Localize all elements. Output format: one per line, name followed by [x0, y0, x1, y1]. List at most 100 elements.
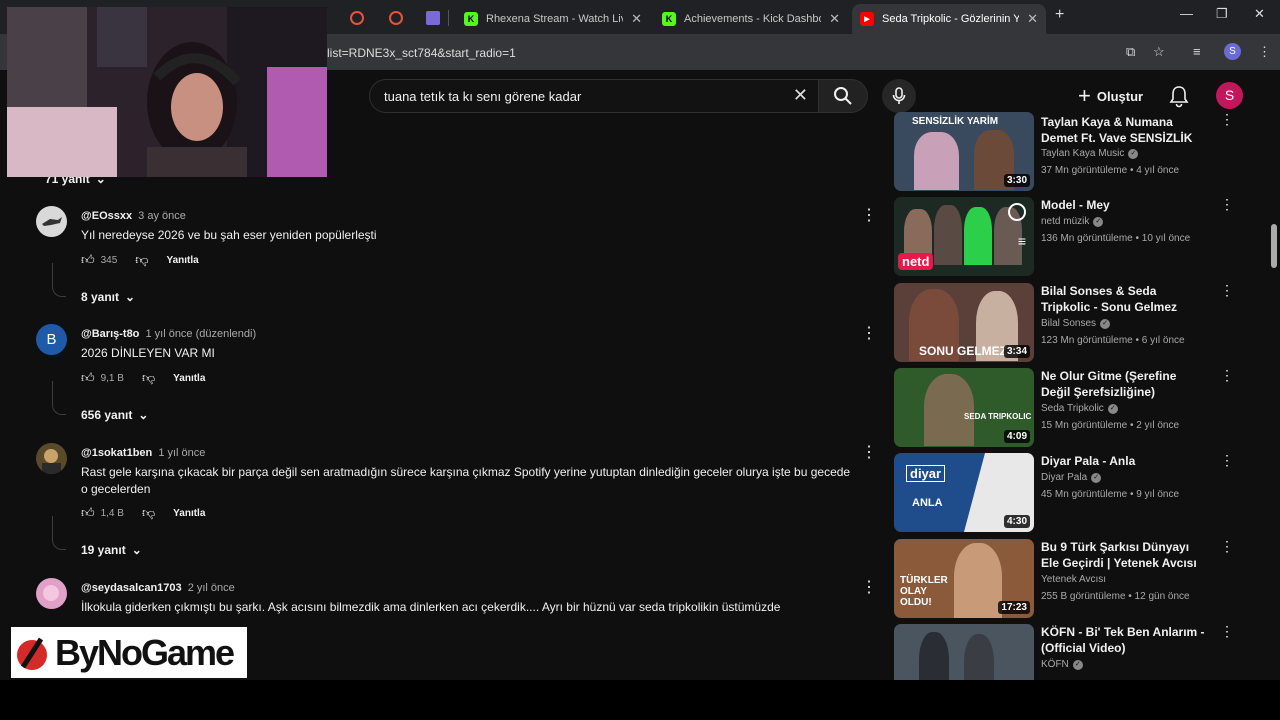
related-video[interactable]: SEDA TRIPKOLIC 4:09 Ne Olur Gitme (Şeref…	[894, 368, 1234, 448]
dislike-icon[interactable]: 👎︎	[142, 505, 155, 521]
close-icon[interactable]: ✕	[631, 11, 642, 27]
video-title[interactable]: Bilal Sonses & Seda Tripkolic - Sonu Gel…	[1041, 283, 1209, 315]
minimize-button[interactable]: —	[1180, 6, 1193, 21]
related-video[interactable]: KÖFN - Bi' Tek Ben Anlarım - (Official V…	[894, 624, 1234, 680]
channel-name[interactable]: Seda Tripkolic	[1041, 403, 1104, 414]
video-channel[interactable]: netd müzik ✓	[1041, 216, 1104, 227]
replies-toggle[interactable]: 19 yanıt ⌄	[81, 543, 142, 557]
related-video[interactable]: SENSİZLİK YARİM 3:30 Taylan Kaya & Numan…	[894, 112, 1234, 192]
maximize-button[interactable]: ❐	[1216, 6, 1228, 22]
video-channel[interactable]: Bilal Sonses ✓	[1041, 318, 1111, 329]
add-to-queue-icon[interactable]: ≡	[1018, 233, 1026, 249]
tab-rhexena-stream[interactable]: K Rhexena Stream - Watch Live o ✕	[456, 4, 650, 34]
page-scrollbar[interactable]	[1268, 74, 1280, 680]
channel-name[interactable]: Taylan Kaya Music	[1041, 148, 1124, 159]
url-text[interactable]: list=RDNE3x_sct784&start_radio=1	[327, 46, 516, 60]
pinned-tab-icon[interactable]	[389, 11, 403, 25]
close-icon[interactable]: ✕	[829, 11, 840, 27]
related-video[interactable]: diyar ANLA 4:30 Diyar Pala - Anla Diyar …	[894, 453, 1234, 533]
comment-author[interactable]: @1sokat1ben	[81, 447, 152, 459]
video-channel[interactable]: Taylan Kaya Music ✓	[1041, 148, 1139, 159]
comment-author[interactable]: @Barış-t8o	[81, 328, 139, 340]
comment-time[interactable]: 1 yıl önce	[158, 447, 205, 459]
video-channel[interactable]: KÖFN ✓	[1041, 659, 1083, 670]
media-control-icon[interactable]: ≡	[1193, 44, 1201, 59]
voice-search-button[interactable]	[882, 79, 916, 113]
bookmark-star-icon[interactable]: ☆	[1153, 44, 1165, 60]
like-icon[interactable]: 👍︎	[81, 505, 95, 521]
create-button[interactable]: + Oluştur	[1078, 83, 1143, 109]
more-options-icon[interactable]: ⋮	[1220, 283, 1234, 297]
pinned-tab-icon[interactable]	[350, 11, 364, 25]
channel-name[interactable]: Yetenek Avcısı	[1041, 574, 1106, 585]
cast-icon[interactable]: ⧉	[1126, 44, 1135, 60]
watch-later-icon[interactable]	[1008, 203, 1026, 221]
replies-toggle[interactable]: 656 yanıt ⌄	[81, 408, 148, 422]
reply-button[interactable]: Yanıtla	[173, 508, 205, 519]
video-thumbnail[interactable]: SONU GELMEZ 3:34	[894, 283, 1034, 362]
video-thumbnail[interactable]: TÜRKLER OLAY OLDU! 17:23	[894, 539, 1034, 618]
search-input[interactable]: tuana tetık ta kı senı görene kadar	[384, 89, 581, 104]
video-thumbnail[interactable]: netd ≡	[894, 197, 1034, 276]
new-tab-button[interactable]: +	[1055, 6, 1064, 24]
more-options-icon[interactable]: ⋮	[1220, 624, 1234, 638]
tab-seda-tripkolic[interactable]: ▶ Seda Tripkolic - Gözlerinin Yeşil ✕	[852, 4, 1046, 34]
channel-name[interactable]: netd müzik	[1041, 216, 1089, 227]
video-title[interactable]: Diyar Pala - Anla	[1041, 453, 1209, 469]
dislike-icon[interactable]: 👎︎	[142, 370, 155, 386]
more-options-icon[interactable]: ⋮	[1220, 368, 1234, 382]
channel-name[interactable]: KÖFN	[1041, 659, 1069, 670]
video-channel[interactable]: Diyar Pala ✓	[1041, 472, 1102, 483]
channel-name[interactable]: Bilal Sonses	[1041, 318, 1096, 329]
video-thumbnail[interactable]: diyar ANLA 4:30	[894, 453, 1034, 532]
more-options-icon[interactable]: ⋮	[861, 580, 877, 596]
like-icon[interactable]: 👍︎	[81, 370, 95, 386]
more-options-icon[interactable]: ⋮	[861, 326, 877, 342]
video-thumbnail[interactable]	[894, 624, 1034, 680]
avatar[interactable]	[36, 578, 67, 609]
video-title[interactable]: KÖFN - Bi' Tek Ben Anlarım - (Official V…	[1041, 624, 1209, 656]
search-box[interactable]: tuana tetık ta kı senı görene kadar ✕	[369, 79, 819, 113]
channel-name[interactable]: Diyar Pala	[1041, 472, 1087, 483]
more-options-icon[interactable]: ⋮	[861, 208, 877, 224]
avatar[interactable]: B	[36, 324, 67, 355]
comment-time[interactable]: 1 yıl önce (düzenlendi)	[145, 328, 256, 340]
comment-time[interactable]: 2 yıl önce	[188, 582, 235, 594]
account-avatar[interactable]: S	[1216, 82, 1243, 109]
related-video[interactable]: SONU GELMEZ 3:34 Bilal Sonses & Seda Tri…	[894, 283, 1234, 363]
browser-menu-icon[interactable]: ⋮	[1258, 44, 1271, 60]
scrollbar-thumb[interactable]	[1271, 224, 1277, 268]
more-options-icon[interactable]: ⋮	[1220, 539, 1234, 553]
more-options-icon[interactable]: ⋮	[1220, 197, 1234, 211]
search-button[interactable]	[818, 79, 868, 113]
avatar[interactable]	[36, 206, 67, 237]
close-window-button[interactable]: ✕	[1254, 6, 1265, 22]
video-title[interactable]: Bu 9 Türk Şarkısı Dünyayı Ele Geçirdi | …	[1041, 539, 1209, 571]
reply-button[interactable]: Yanıtla	[173, 373, 205, 384]
video-channel[interactable]: Yetenek Avcısı	[1041, 574, 1106, 585]
video-thumbnail[interactable]: SENSİZLİK YARİM 3:30	[894, 112, 1034, 191]
video-title[interactable]: Taylan Kaya & Numana Demet Ft. Vave SENS…	[1041, 114, 1209, 146]
more-options-icon[interactable]: ⋮	[1220, 453, 1234, 467]
avatar[interactable]	[36, 443, 67, 474]
pinned-tab-icon[interactable]	[426, 11, 440, 25]
replies-toggle[interactable]: 8 yanıt ⌄	[81, 290, 135, 304]
dislike-icon[interactable]: 👎︎	[135, 252, 148, 268]
reply-button[interactable]: Yanıtla	[166, 255, 198, 266]
video-title[interactable]: Ne Olur Gitme (Şerefine Değil Şerefsizli…	[1041, 368, 1209, 400]
video-title[interactable]: Model - Mey	[1041, 197, 1209, 213]
comment-time[interactable]: 3 ay önce	[138, 210, 186, 222]
more-options-icon[interactable]: ⋮	[1220, 112, 1234, 126]
comment-author[interactable]: @seydasalcan1703	[81, 582, 182, 594]
more-options-icon[interactable]: ⋮	[861, 445, 877, 461]
video-channel[interactable]: Seda Tripkolic ✓	[1041, 403, 1118, 414]
clear-search-icon[interactable]: ✕	[793, 85, 808, 106]
related-video[interactable]: TÜRKLER OLAY OLDU! 17:23 Bu 9 Türk Şarkı…	[894, 539, 1234, 619]
video-thumbnail[interactable]: SEDA TRIPKOLIC 4:09	[894, 368, 1034, 447]
close-icon[interactable]: ✕	[1027, 11, 1038, 27]
related-video[interactable]: netd ≡ Model - Mey netd müzik ✓ 136 Mn gö…	[894, 197, 1234, 277]
tab-achievements[interactable]: K Achievements - Kick Dashboard ✕	[654, 4, 848, 34]
notifications-button[interactable]	[1168, 84, 1190, 113]
browser-profile-avatar[interactable]: S	[1224, 43, 1241, 60]
comment-author[interactable]: @EOssxx	[81, 210, 132, 222]
